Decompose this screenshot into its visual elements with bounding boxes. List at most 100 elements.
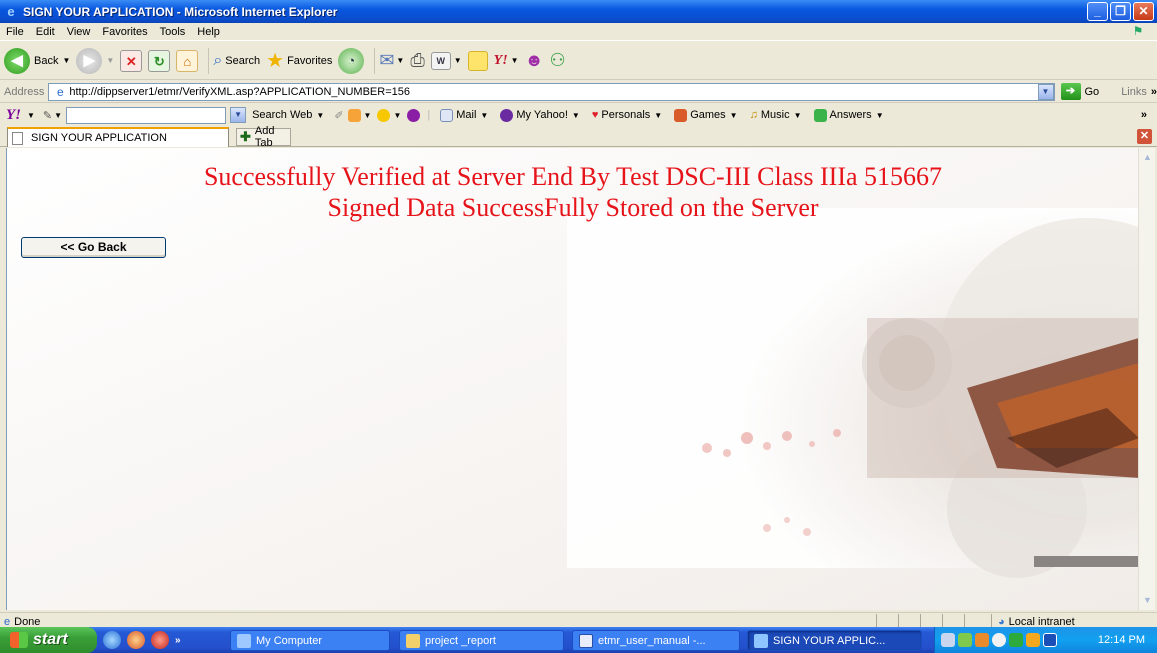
personals-button[interactable]: ♥ Personals ▼ <box>586 109 668 121</box>
yahoo-search-dropdown-icon[interactable]: ▼ <box>230 107 247 123</box>
tray-security-icon[interactable] <box>1009 633 1023 647</box>
yahoo-toolbar-button[interactable]: Y! ▼ <box>494 53 519 69</box>
yahoo-logo[interactable]: Y! <box>0 107 27 124</box>
taskbar-etmr-user-manual[interactable]: etmr_user_manual -... <box>572 630 740 651</box>
music-dropdown-icon[interactable]: ▼ <box>794 111 802 120</box>
quicklaunch-app-icon[interactable] <box>151 631 169 649</box>
close-button[interactable]: ✕ <box>1133 2 1154 21</box>
menu-file[interactable]: File <box>0 26 30 38</box>
home-button[interactable]: ⌂ <box>176 49 199 72</box>
start-button[interactable]: start <box>0 627 97 653</box>
tray-antivirus-icon[interactable] <box>992 633 1006 647</box>
bookmark-icon[interactable] <box>347 108 361 122</box>
tray-messenger-icon[interactable] <box>958 633 972 647</box>
refresh-button[interactable]: ↻ <box>148 49 171 72</box>
bookmark-dropdown-icon[interactable]: ▼ <box>364 111 372 120</box>
search-label: Search <box>225 54 261 67</box>
links-label[interactable]: Links <box>1121 86 1147 98</box>
taskbar-sign-your-application[interactable]: SIGN YOUR APPLIC... <box>747 630 922 651</box>
games-button[interactable]: Games ▼ <box>668 108 743 122</box>
vertical-scrollbar[interactable]: ▲ ▼ <box>1138 148 1155 610</box>
word-edit-icon: W <box>430 51 451 70</box>
tray-update-icon[interactable] <box>1026 633 1040 647</box>
mail-button[interactable]: ✉ ▼ <box>379 50 404 71</box>
games-dropdown-icon[interactable]: ▼ <box>730 111 738 120</box>
pencil-dropdown-icon[interactable]: ▼ <box>54 111 62 120</box>
answers-icon <box>813 108 827 122</box>
notes-button[interactable] <box>467 50 488 71</box>
music-button[interactable]: ♫ Music ▼ <box>744 109 808 121</box>
address-dropdown-icon[interactable]: ▼ <box>1037 83 1054 100</box>
go-button[interactable]: ➔ Go <box>1060 83 1099 100</box>
yahoo-logo-dropdown-icon[interactable]: ▼ <box>27 111 35 120</box>
tray-network-icon[interactable] <box>941 633 955 647</box>
search-button[interactable]: ⌕ Search <box>213 52 260 70</box>
taskbar-my-computer[interactable]: My Computer <box>230 630 390 651</box>
highlight-icon[interactable]: ✐ <box>330 109 347 122</box>
close-tab-icon[interactable]: ✕ <box>1137 129 1152 144</box>
my-yahoo-button[interactable]: My Yahoo! ▼ <box>494 108 586 122</box>
title-bar[interactable]: e SIGN YOUR APPLICATION - Microsoft Inte… <box>0 0 1157 23</box>
menu-view[interactable]: View <box>61 26 97 38</box>
messenger-icon: ☻ <box>524 50 544 70</box>
yahoo-dropdown-icon[interactable]: ▼ <box>511 56 519 65</box>
music-note-icon: ♫ <box>749 109 758 121</box>
tab-sign-your-application[interactable]: SIGN YOUR APPLICATION <box>7 127 229 147</box>
my-yahoo-dropdown-icon[interactable]: ▼ <box>572 111 580 120</box>
page-icon: e <box>57 85 64 99</box>
page-icon <box>12 131 23 145</box>
yahoo-mail-icon <box>440 108 454 122</box>
quicklaunch-more-icon[interactable]: » <box>175 635 181 646</box>
edit-button[interactable]: W ▼ <box>430 51 462 70</box>
tray-display-icon[interactable] <box>1043 633 1057 647</box>
answers-dropdown-icon[interactable]: ▼ <box>876 111 884 120</box>
tray-audio-icon[interactable] <box>975 633 989 647</box>
back-arrow-icon: ◀ <box>4 47 30 74</box>
personals-dropdown-icon[interactable]: ▼ <box>654 111 662 120</box>
yahoo-search-input[interactable] <box>66 106 227 124</box>
antispy-dropdown-icon[interactable]: ▼ <box>393 111 401 120</box>
yahoo-360-icon[interactable] <box>407 108 421 122</box>
edit-dropdown-icon[interactable]: ▼ <box>454 56 462 65</box>
back-button[interactable]: ◀ Back ▼ <box>4 47 70 74</box>
mail-dropdown-icon[interactable]: ▼ <box>396 56 404 65</box>
msn-messenger-button[interactable]: ⚇ <box>550 50 566 71</box>
back-dropdown-icon[interactable]: ▼ <box>62 56 70 65</box>
stop-button[interactable]: ✕ <box>120 49 143 72</box>
add-tab-button[interactable]: ✚ Add Tab <box>236 125 291 149</box>
verification-message: Successfully Verified at Server End By T… <box>203 162 943 191</box>
yahoo-mail-dropdown-icon[interactable]: ▼ <box>480 111 488 120</box>
clock[interactable]: 12:14 PM <box>1098 634 1145 646</box>
forward-button[interactable]: ▶ ▼ <box>76 47 114 74</box>
answers-button[interactable]: Answers ▼ <box>808 108 890 122</box>
address-input[interactable]: http://dippserver1/etmr/VerifyXML.asp?AP… <box>48 82 1055 101</box>
print-button[interactable]: ⎙ <box>410 50 424 71</box>
minimize-button[interactable]: _ <box>1087 2 1108 21</box>
stop-icon: ✕ <box>120 49 143 72</box>
search-web-dropdown-icon[interactable]: ▼ <box>316 111 324 120</box>
restore-button[interactable]: ❐ <box>1110 2 1131 21</box>
messenger-button[interactable]: ☻ <box>525 50 544 71</box>
scroll-up-icon[interactable]: ▲ <box>1140 150 1155 165</box>
yahoo-mail-button[interactable]: Mail ▼ <box>434 108 494 122</box>
scroll-down-icon[interactable]: ▼ <box>1140 593 1155 608</box>
go-back-button[interactable]: << Go Back <box>21 237 166 258</box>
forward-dropdown-icon[interactable]: ▼ <box>106 56 114 65</box>
menu-edit[interactable]: Edit <box>30 26 61 38</box>
menu-help[interactable]: Help <box>191 26 226 38</box>
links-chevron-icon[interactable]: » <box>1151 86 1157 98</box>
menu-favorites[interactable]: Favorites <box>96 26 153 38</box>
quicklaunch-ie-icon[interactable] <box>103 631 121 649</box>
star-icon: ★ <box>266 50 285 72</box>
more-chevron-icon[interactable]: » <box>1141 109 1147 121</box>
menu-tools[interactable]: Tools <box>154 26 192 38</box>
quicklaunch-media-icon[interactable] <box>127 631 145 649</box>
pencil-icon[interactable]: ✎ <box>43 109 52 122</box>
address-bar: Address http://dippserver1/etmr/VerifyXM… <box>0 81 1157 103</box>
history-button[interactable]: ◔ <box>338 47 365 74</box>
taskbar-label: My Computer <box>256 634 323 647</box>
antispy-icon[interactable] <box>377 108 391 122</box>
taskbar-project-report[interactable]: project _report <box>399 630 564 651</box>
favorites-button[interactable]: ★ Favorites <box>266 48 332 73</box>
search-web-button[interactable]: Search Web ▼ <box>246 109 330 121</box>
